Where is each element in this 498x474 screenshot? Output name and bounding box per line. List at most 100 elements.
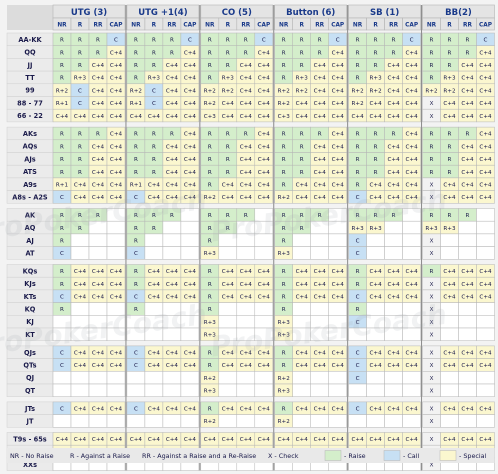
action-value: C	[60, 251, 64, 257]
action-value: R	[448, 50, 452, 56]
action-value: R+2	[278, 88, 290, 94]
hand-label: T9s - 65s	[13, 435, 47, 443]
action-value: C	[356, 363, 360, 369]
action-value: R	[226, 63, 230, 69]
action-value: R	[374, 63, 378, 69]
position-header: UTG +1(4)	[138, 8, 187, 18]
action-value: C+4	[240, 282, 253, 288]
action-value: C	[356, 239, 360, 245]
action-value: C+4	[406, 157, 419, 163]
action-cell	[180, 246, 200, 260]
action-value: C+4	[92, 157, 105, 163]
action-value: R+2	[352, 88, 364, 94]
action-value: C	[356, 351, 360, 357]
action-cell	[126, 383, 146, 397]
action-value: C+4	[388, 407, 401, 413]
action-value: R	[152, 157, 156, 163]
action-value: C+4	[443, 351, 456, 357]
action-cell	[476, 327, 495, 341]
action-value: C+4	[166, 170, 179, 176]
action-cell	[88, 371, 108, 385]
action-value: C+3	[204, 114, 217, 120]
action-cell	[328, 383, 347, 397]
position-header: UTG (3)	[71, 8, 107, 18]
action-value: R	[430, 269, 434, 275]
action-value: R	[282, 132, 286, 138]
action-value: X	[430, 363, 434, 369]
action-value: C+4	[332, 437, 345, 443]
action-value: R+1	[56, 101, 69, 107]
action-value: C+4	[479, 63, 492, 69]
action-value: C	[78, 88, 82, 94]
action-value: C+4	[461, 63, 474, 69]
action-cell	[402, 220, 421, 235]
action-value: R	[208, 307, 212, 313]
action-value: C+4	[479, 282, 492, 288]
action-value: R	[96, 50, 100, 56]
action-value: C	[60, 295, 64, 301]
action-value: C+4	[222, 363, 235, 369]
action-value: C+4	[443, 407, 456, 413]
action-value: X	[430, 407, 434, 413]
action-value: R	[208, 132, 212, 138]
hand-label: KJs	[24, 280, 36, 288]
action-value: C+4	[166, 114, 179, 120]
action-value: C	[134, 251, 138, 257]
action-value: C+4	[148, 183, 161, 189]
action-value: R	[282, 157, 286, 163]
action-value: R	[430, 144, 434, 150]
action-value: R	[282, 63, 286, 69]
action-value: R	[374, 144, 378, 150]
action-value: X	[430, 437, 434, 443]
action-value: R	[78, 50, 82, 56]
hand-label: TT	[25, 74, 35, 82]
action-value: C+4	[222, 295, 235, 301]
action-cell	[144, 383, 164, 397]
action-value: C	[152, 101, 156, 107]
action-value: C+4	[314, 363, 327, 369]
action-value: C+4	[278, 437, 291, 443]
action-value: C+4	[332, 88, 345, 94]
action-value: C	[134, 295, 138, 301]
action-value: C+4	[74, 282, 87, 288]
action-value: R	[300, 170, 304, 176]
action-value: X	[430, 351, 434, 357]
action-value: C+4	[443, 282, 456, 288]
action-cell	[218, 371, 238, 385]
action-value: C+4	[406, 88, 419, 94]
action-cell	[180, 383, 200, 397]
action-value: R	[78, 157, 82, 163]
action-value: C+4	[352, 114, 365, 120]
action-value: C+4	[370, 437, 383, 443]
hand-label: KQ	[25, 305, 36, 313]
action-value: R	[448, 144, 452, 150]
action-value: C+4	[110, 437, 123, 443]
action-cell	[292, 246, 311, 260]
action-value: R	[374, 38, 378, 44]
action-value: C+4	[388, 282, 401, 288]
action-cell	[126, 371, 146, 385]
action-value: R	[60, 38, 64, 44]
hand-label: 88 - 77	[17, 99, 43, 107]
action-cell	[402, 246, 421, 260]
action-value: C+4	[166, 63, 179, 69]
action-value: C+4	[296, 114, 309, 120]
action-cell	[384, 371, 403, 385]
action-cell	[458, 315, 477, 329]
action-value: X	[430, 251, 434, 257]
action-value: C+4	[110, 50, 123, 56]
action-cell	[106, 233, 126, 247]
action-value: C+4	[479, 114, 492, 120]
action-value: R	[282, 50, 286, 56]
action-value: C+4	[370, 114, 383, 120]
sub-header-rr: RR	[241, 23, 250, 29]
action-cell	[254, 414, 274, 428]
action-value: C+4	[388, 63, 401, 69]
action-value: C+4	[222, 101, 235, 107]
hand-label: JTs	[24, 405, 35, 413]
action-value: R+1	[56, 183, 69, 189]
action-value: R	[226, 144, 230, 150]
action-value: R+3	[278, 251, 291, 257]
action-value: X	[430, 114, 434, 120]
action-value: C+4	[314, 63, 327, 69]
